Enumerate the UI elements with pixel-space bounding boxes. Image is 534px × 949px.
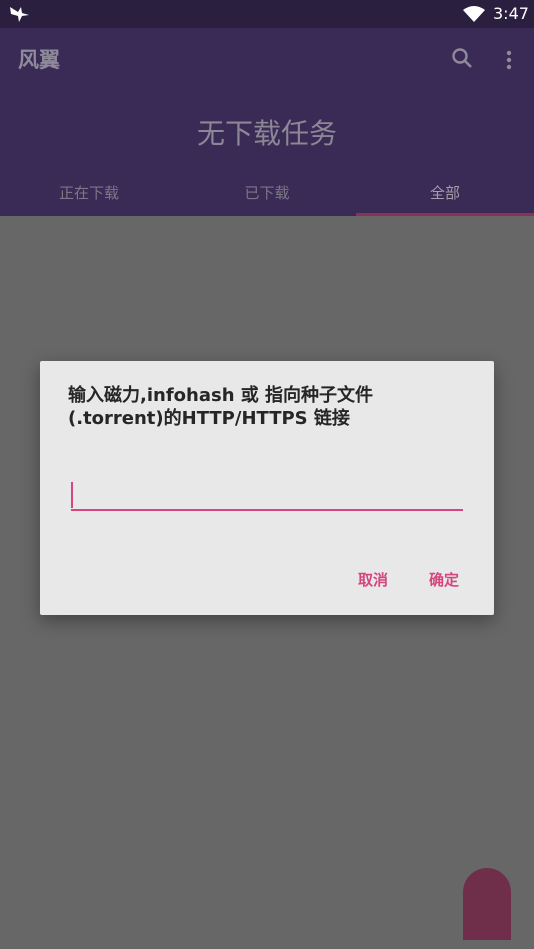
status-bar: 3:47 — [0, 0, 534, 28]
app-title: 风翼 — [18, 48, 60, 72]
add-fab[interactable] — [463, 868, 511, 940]
cancel-button[interactable]: 取消 — [358, 569, 388, 590]
wifi-icon — [463, 6, 485, 22]
tab-all[interactable]: 全部 — [356, 178, 534, 216]
tab-downloaded[interactable]: 已下载 — [178, 178, 356, 216]
ok-button[interactable]: 确定 — [429, 569, 459, 590]
notification-bird-icon — [10, 7, 29, 22]
add-link-dialog: 输入磁力,infohash 或 指向种子文件(.torrent)的HTTP/HT… — [40, 361, 494, 615]
link-input[interactable] — [71, 479, 463, 509]
empty-message: 无下载任务 — [196, 117, 337, 150]
text-cursor — [71, 482, 73, 508]
search-icon[interactable] — [450, 46, 474, 70]
app-bar: 风翼 无下载任务 正在下载 已下载 全部 — [0, 28, 534, 216]
tab-downloading[interactable]: 正在下载 — [0, 178, 178, 216]
dialog-title: 输入磁力,infohash 或 指向种子文件(.torrent)的HTTP/HT… — [68, 385, 374, 429]
tab-bar: 正在下载 已下载 全部 — [0, 178, 534, 216]
link-input-wrapper — [71, 479, 463, 511]
input-underline — [71, 509, 463, 511]
status-time: 3:47 — [493, 4, 529, 23]
more-vert-icon[interactable] — [499, 48, 519, 72]
